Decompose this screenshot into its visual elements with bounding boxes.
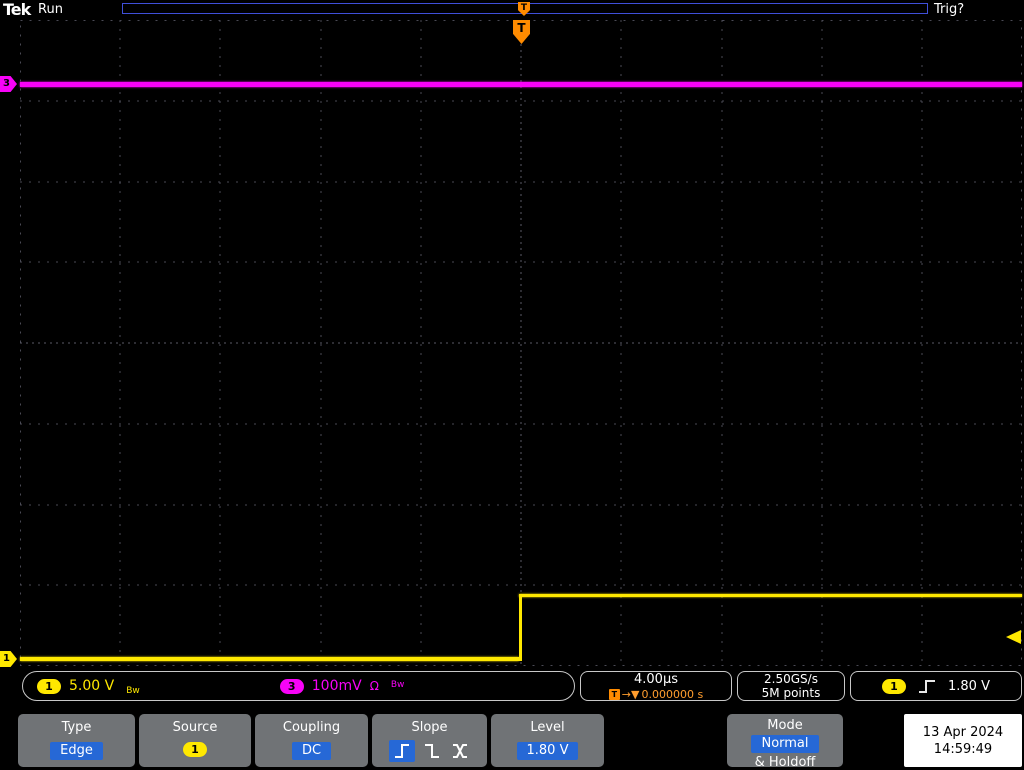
falling-slope-icon[interactable] (421, 741, 443, 761)
menu-level-value: 1.80 V (516, 742, 579, 760)
channel1-trace-high (519, 594, 1022, 597)
menu-type-title: Type (61, 720, 92, 735)
channel1-scale: 5.00 V (69, 678, 115, 694)
menu-coupling-title: Coupling (282, 720, 341, 735)
acquisition-readout-box: 2.50GS/s 5M points (737, 671, 845, 701)
sample-rate: 2.50GS/s (764, 672, 818, 686)
trigger-source-badge: 1 (882, 678, 906, 694)
channel3-ground-marker[interactable]: 3 (0, 76, 17, 92)
date-label: 13 Apr 2024 (922, 724, 1004, 740)
horizontal-readout-box: 4.00µs T →▼ 0.000000 s (580, 671, 732, 701)
menu-button-slope[interactable]: Slope (372, 714, 487, 767)
graticule: T (20, 20, 1022, 666)
channel3-trace (20, 82, 1022, 87)
graticule-grid (20, 20, 1022, 666)
channel3-badge: 3 (279, 678, 304, 694)
trigger-status: Trig? (934, 2, 965, 17)
menu-button-level[interactable]: Level 1.80 V (491, 714, 604, 767)
menu-button-coupling[interactable]: Coupling DC (255, 714, 368, 767)
menu-type-value: Edge (50, 742, 103, 760)
channel3-readout-group: 3 100mV Ω Bw (279, 678, 405, 694)
menu-source-title: Source (172, 720, 218, 735)
channel3-scale: 100mV (311, 678, 362, 694)
channel1-bandwidth-icon: Bw (126, 686, 140, 696)
timebase-scale: 4.00µs (634, 671, 678, 687)
menu-button-type[interactable]: Type Edge (18, 714, 135, 767)
channel-readout-box: 1 5.00 V Bw 3 100mV Ω Bw (22, 671, 575, 701)
trigger-position-bar[interactable]: T (122, 2, 928, 16)
channel1-trace-rising-edge (519, 595, 522, 661)
menu-slope-title: Slope (411, 720, 448, 735)
slope-options (388, 740, 471, 762)
channel1-trace-low (20, 657, 519, 661)
channel3-impedance-icon: Ω (369, 679, 379, 693)
channel3-bandwidth-icon: Bw (390, 680, 405, 690)
menu-mode-title: Mode (767, 718, 803, 733)
rising-slope-icon (918, 679, 936, 694)
trigger-t-icon: T (608, 688, 620, 700)
trigger-level-value: 1.80 V (948, 678, 990, 694)
trigger-position-readout: T →▼ 0.000000 s (608, 687, 704, 701)
trigger-position-value: 0.000000 s (641, 687, 704, 701)
trigger-readout-box: 1 1.80 V (850, 671, 1022, 701)
record-length: 5M points (761, 686, 821, 700)
tek-logo: Tek (3, 0, 31, 19)
trigger-arrow-icon: →▼ (621, 687, 640, 701)
menu-level-title: Level (530, 720, 565, 735)
menu-coupling-value: DC (291, 742, 332, 760)
menu-source-value-badge: 1 (183, 742, 207, 757)
either-slope-icon[interactable] (449, 741, 471, 761)
time-label: 14:59:49 (933, 741, 993, 757)
rising-slope-icon[interactable] (388, 740, 415, 762)
menu-button-mode[interactable]: Mode Normal & Holdoff (727, 714, 843, 770)
menu-mode-value: Normal (751, 735, 819, 753)
channel1-badge: 1 (37, 678, 61, 694)
menu-button-source[interactable]: Source 1 (139, 714, 251, 767)
datetime-box: 13 Apr 2024 14:59:49 (904, 714, 1022, 767)
trigger-position-icon[interactable]: T (518, 2, 530, 16)
channel1-ground-marker[interactable]: 1 (0, 651, 17, 667)
acquisition-status: Run (38, 2, 63, 17)
